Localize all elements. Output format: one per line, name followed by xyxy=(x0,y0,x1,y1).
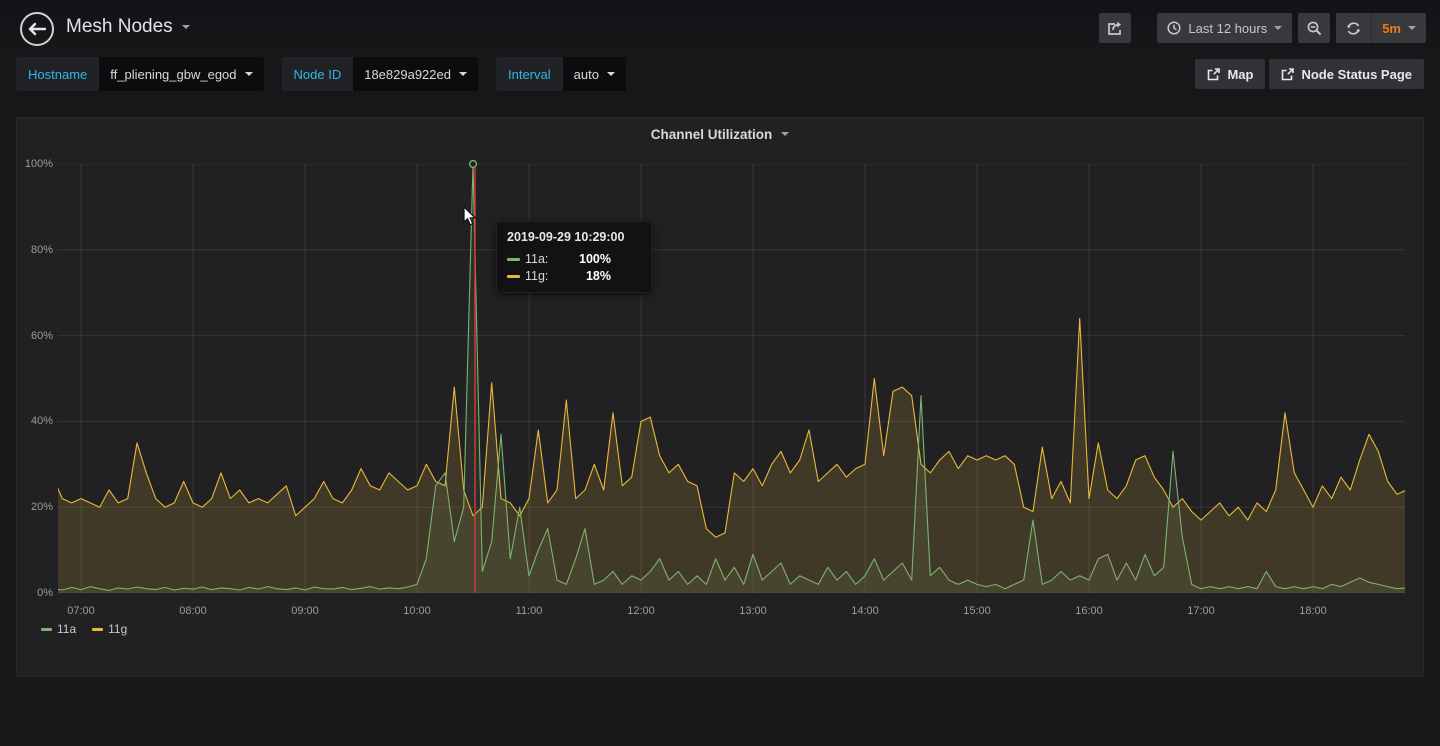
legend-item-11g[interactable]: 11g xyxy=(92,622,127,636)
tooltip-series-value: 100% xyxy=(559,252,611,266)
chart-tooltip: 2019-09-29 10:29:00 11a:100%11g:18% xyxy=(496,221,652,293)
share-icon xyxy=(1107,21,1123,36)
hover-point-marker xyxy=(470,161,477,168)
interval-dropdown[interactable]: auto xyxy=(563,57,626,91)
arrow-left-icon xyxy=(28,22,46,36)
x-tick-label: 14:00 xyxy=(851,605,879,617)
x-tick-label: 16:00 xyxy=(1075,605,1103,617)
chevron-down-icon xyxy=(1274,26,1282,30)
x-tick-label: 11:00 xyxy=(516,605,543,617)
x-tick-label: 13:00 xyxy=(739,605,767,617)
chevron-down-icon xyxy=(459,72,467,76)
node-status-page-button[interactable]: Node Status Page xyxy=(1269,59,1424,89)
legend-series-label: 11a xyxy=(57,622,76,636)
refresh-icon xyxy=(1346,21,1361,36)
tooltip-series-label: 11a: xyxy=(525,252,559,266)
chart-plot-area[interactable] xyxy=(58,164,1405,593)
tooltip-series-row: 11g:18% xyxy=(507,269,641,283)
clock-icon xyxy=(1167,21,1181,35)
node-status-page-label: Node Status Page xyxy=(1301,67,1412,82)
back-button[interactable] xyxy=(20,12,54,46)
legend-item-11a[interactable]: 11a xyxy=(41,622,76,636)
y-tick-label: 80% xyxy=(19,244,53,256)
y-tick-label: 0% xyxy=(19,587,53,599)
interval-label: Interval xyxy=(496,57,563,91)
refresh-interval-dropdown[interactable]: 5m xyxy=(1372,13,1426,43)
channel-utilization-chart[interactable] xyxy=(58,164,1405,593)
tooltip-series-value: 18% xyxy=(559,269,611,283)
legend-series-dash xyxy=(92,628,103,631)
hostname-label: Hostname xyxy=(16,57,99,91)
y-tick-label: 20% xyxy=(19,501,53,513)
hostname-dropdown[interactable]: ff_pliening_gbw_egod xyxy=(99,57,263,91)
node-id-variable: Node ID 18e829a922ed xyxy=(282,57,478,91)
zoom-out-button[interactable] xyxy=(1298,13,1330,43)
tooltip-series-dash xyxy=(507,258,520,261)
map-link-button[interactable]: Map xyxy=(1195,59,1265,89)
external-link-icon xyxy=(1281,68,1294,81)
external-link-icon xyxy=(1207,68,1220,81)
interval-variable: Interval auto xyxy=(496,57,626,91)
x-tick-label: 07:00 xyxy=(67,605,95,617)
x-tick-label: 09:00 xyxy=(291,605,319,617)
x-tick-label: 08:00 xyxy=(179,605,207,617)
x-tick-label: 15:00 xyxy=(963,605,991,617)
legend-series-dash xyxy=(41,628,52,631)
tooltip-series-label: 11g: xyxy=(525,269,559,283)
y-tick-label: 60% xyxy=(19,330,53,342)
dashboard-title-text: Mesh Nodes xyxy=(66,16,173,38)
y-tick-label: 100% xyxy=(19,158,53,170)
mouse-cursor xyxy=(463,206,478,232)
dashboard-title[interactable]: Mesh Nodes xyxy=(66,16,190,38)
y-tick-label: 40% xyxy=(19,415,53,427)
top-navbar: Mesh Nodes Last 12 hours xyxy=(0,0,1440,56)
template-variables-row: Hostname ff_pliening_gbw_egod Node ID 18… xyxy=(16,57,626,91)
map-link-label: Map xyxy=(1227,67,1253,82)
chevron-down-icon xyxy=(781,132,789,136)
chevron-down-icon xyxy=(245,72,253,76)
channel-utilization-panel: Channel Utilization 0% 20% 40% 60% 80% 100% 0… xyxy=(16,117,1424,677)
node-id-value: 18e829a922ed xyxy=(364,67,451,82)
chevron-down-icon xyxy=(607,72,615,76)
panel-title-menu[interactable]: Channel Utilization xyxy=(17,118,1423,150)
chevron-down-icon xyxy=(182,25,190,29)
refresh-button[interactable] xyxy=(1336,13,1371,43)
time-range-label: Last 12 hours xyxy=(1188,21,1267,36)
tooltip-series-dash xyxy=(507,275,520,278)
chart-legend: 11a 11g xyxy=(41,622,127,636)
time-range-picker[interactable]: Last 12 hours xyxy=(1157,13,1292,43)
x-tick-label: 12:00 xyxy=(627,605,655,617)
node-id-label: Node ID xyxy=(282,57,354,91)
x-tick-label: 17:00 xyxy=(1187,605,1215,617)
share-button[interactable] xyxy=(1099,13,1131,43)
legend-series-label: 11g xyxy=(108,622,127,636)
refresh-controls: 5m xyxy=(1336,13,1426,43)
panel-title: Channel Utilization xyxy=(651,127,773,142)
tooltip-series-row: 11a:100% xyxy=(507,252,641,266)
interval-value: auto xyxy=(574,67,599,82)
x-tick-label: 10:00 xyxy=(403,605,431,617)
chevron-down-icon xyxy=(1408,26,1416,30)
zoom-out-icon xyxy=(1307,21,1322,36)
hostname-value: ff_pliening_gbw_egod xyxy=(110,67,236,82)
refresh-interval-value: 5m xyxy=(1382,21,1401,36)
tooltip-timestamp: 2019-09-29 10:29:00 xyxy=(507,230,641,244)
x-tick-label: 18:00 xyxy=(1299,605,1327,617)
hostname-variable: Hostname ff_pliening_gbw_egod xyxy=(16,57,264,91)
node-id-dropdown[interactable]: 18e829a922ed xyxy=(353,57,478,91)
